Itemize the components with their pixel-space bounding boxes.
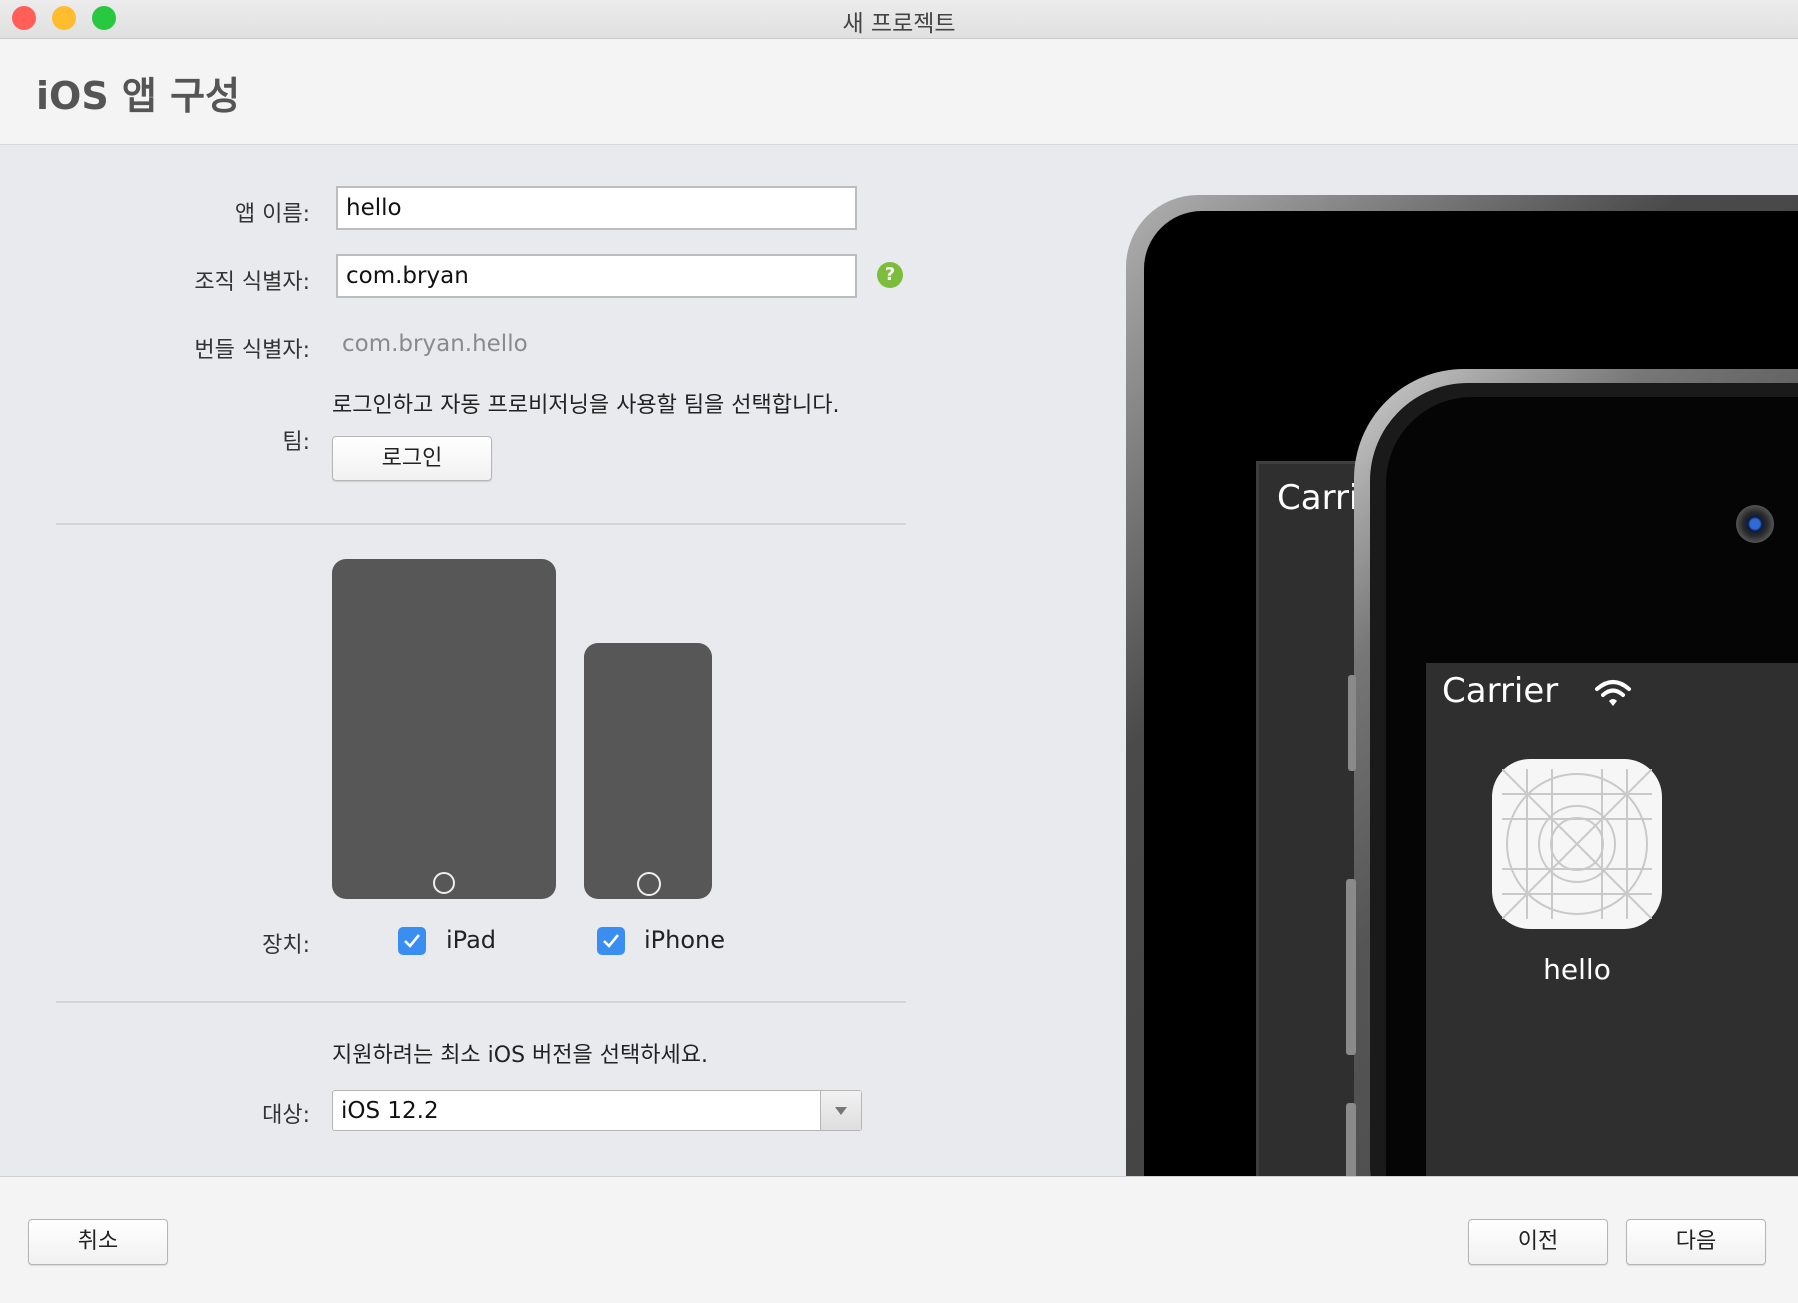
app-icon-grid-graphic — [1502, 769, 1652, 919]
home-button-icon — [637, 872, 661, 896]
app-name-input[interactable] — [336, 186, 857, 230]
page-title: iOS 앱 구성 — [36, 74, 241, 118]
ipad-checkbox[interactable] — [398, 927, 426, 955]
window-title: 새 프로젝트 — [842, 11, 956, 37]
login-button[interactable]: 로그인 — [332, 436, 492, 481]
ipad-checkbox-label[interactable]: iPad — [446, 926, 496, 954]
previous-button[interactable]: 이전 — [1468, 1219, 1608, 1265]
device-preview: Carrie Carrier hello — [1120, 145, 1798, 1176]
title-bar: 새 프로젝트 — [0, 0, 1798, 39]
chevron-down-icon — [835, 1107, 847, 1115]
org-id-input[interactable] — [336, 254, 857, 298]
wifi-icon — [1595, 680, 1631, 706]
divider — [56, 1001, 906, 1003]
checkmark-icon — [404, 934, 421, 948]
app-icon-label: hello — [1543, 953, 1611, 986]
cancel-button[interactable]: 취소 — [28, 1219, 168, 1265]
app-icon — [1492, 759, 1662, 929]
iphone-checkbox[interactable] — [597, 927, 625, 955]
app-name-label: 앱 이름: — [234, 202, 310, 227]
bundle-id-value: com.bryan.hello — [342, 331, 528, 357]
ipad-device-image — [332, 559, 556, 899]
org-id-label: 조직 식별자: — [194, 270, 310, 295]
iphone-side-button — [1346, 879, 1356, 1055]
home-button-icon — [433, 872, 455, 894]
target-description: 지원하려는 최소 iOS 버전을 선택하세요. — [332, 1043, 708, 1068]
target-select-value: iOS 12.2 — [341, 1098, 439, 1124]
dropdown-arrow-button[interactable] — [820, 1091, 861, 1130]
main-content: 앱 이름: 조직 식별자: ? 번들 식별자: com.bryan.hello … — [0, 145, 1798, 1176]
help-icon[interactable]: ? — [877, 262, 903, 288]
iphone-checkbox-label[interactable]: iPhone — [644, 926, 725, 954]
team-description: 로그인하고 자동 프로비저닝을 사용할 팀을 선택합니다. — [332, 393, 840, 418]
camera-icon — [1736, 505, 1774, 543]
devices-label: 장치: — [262, 933, 310, 958]
target-select[interactable]: iOS 12.2 — [332, 1090, 862, 1131]
iphone-side-button — [1348, 675, 1356, 771]
footer-bar: 취소 이전 다음 — [0, 1176, 1798, 1303]
iphone-side-button — [1346, 1103, 1356, 1176]
iphone-device-image — [584, 643, 712, 899]
checkmark-icon — [603, 934, 620, 948]
iphone-screen: Carrier hello — [1426, 663, 1798, 1176]
page-header: iOS 앱 구성 — [0, 39, 1798, 145]
target-label: 대상: — [262, 1103, 310, 1128]
bundle-id-label: 번들 식별자: — [194, 338, 310, 363]
next-button[interactable]: 다음 — [1626, 1219, 1766, 1265]
team-label: 팀: — [282, 430, 310, 455]
divider — [56, 523, 906, 525]
iphone-carrier-status: Carrier — [1442, 671, 1559, 711]
